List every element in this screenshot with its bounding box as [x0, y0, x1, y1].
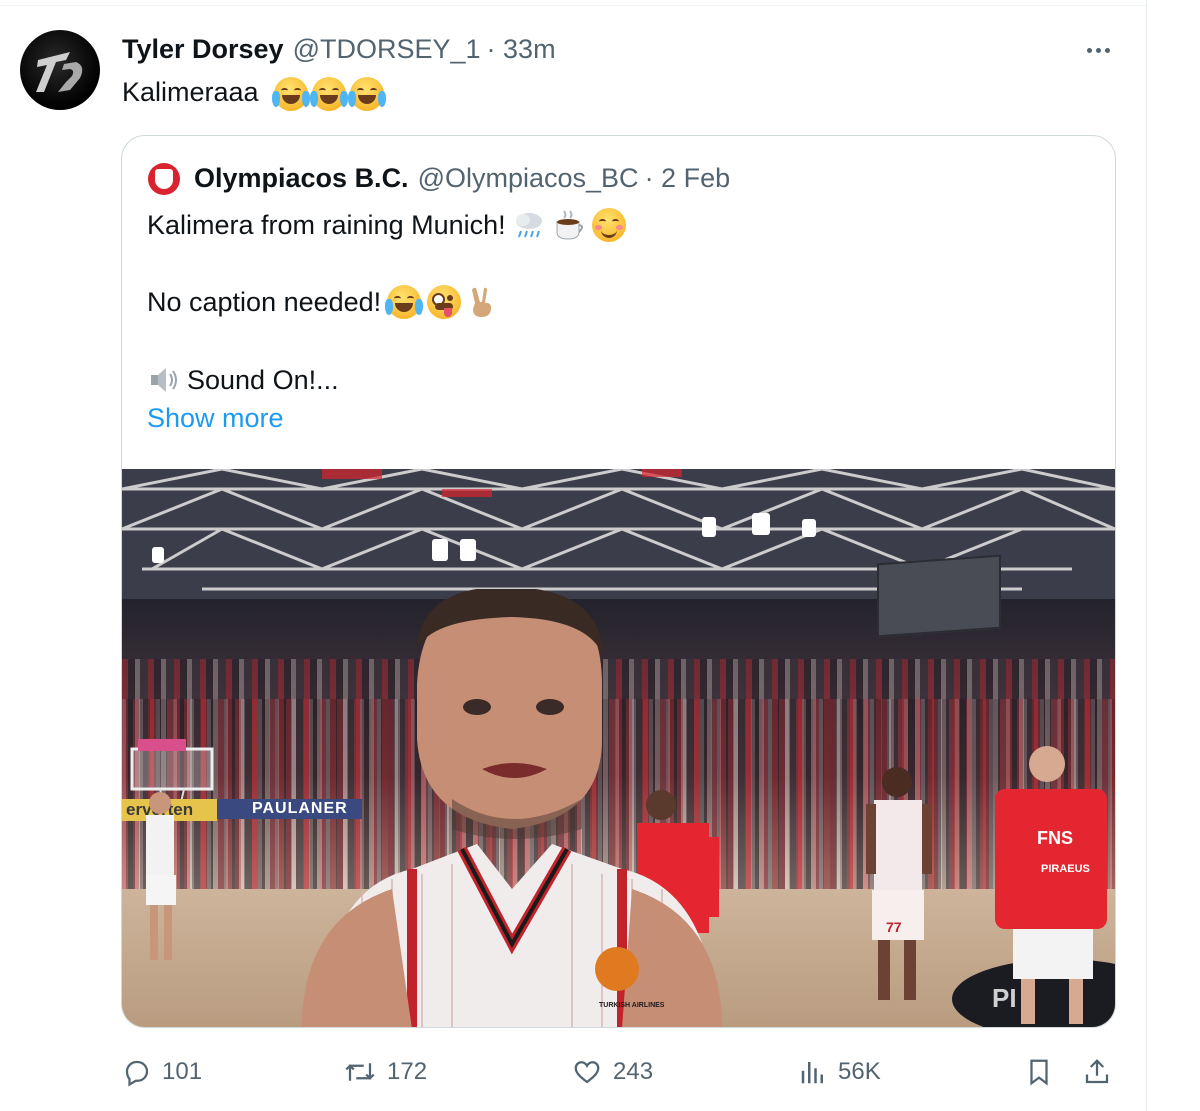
- main-player: TURKISH AIRLINES: [302, 589, 722, 1027]
- quoted-header: Olympiacos B.C. @Olympiacos_BC · 2 Feb: [194, 161, 730, 195]
- player-number-77: 77: [886, 919, 902, 935]
- repost-count: 172: [387, 1058, 428, 1085]
- reply-count: 101: [162, 1058, 203, 1085]
- smiling-face-icon: [591, 208, 626, 242]
- show-more-link[interactable]: Show more: [147, 401, 284, 435]
- author-avatar[interactable]: [20, 30, 100, 110]
- quoted-line-3-text: Sound On!...: [187, 365, 339, 395]
- face-with-tears-of-joy-icon: [272, 76, 311, 111]
- repost-icon: [345, 1063, 375, 1081]
- quoted-author-name[interactable]: Olympiacos B.C.: [194, 163, 409, 194]
- reply-action[interactable]: 101: [122, 1054, 202, 1090]
- reply-icon: [125, 1060, 149, 1087]
- face-with-tears-of-joy-icon: [310, 76, 349, 111]
- tweet-text: Kalimeraaa: [122, 75, 387, 111]
- share-icon: [1085, 1059, 1109, 1084]
- analytics-icon: [801, 1062, 823, 1084]
- quoted-line-2: No caption needed!: [147, 285, 497, 319]
- tweet-header: Tyler Dorsey @TDORSEY_1 · 33m: [122, 32, 556, 66]
- arena-scoreboard: [877, 554, 1001, 638]
- heart-icon: [574, 1061, 600, 1084]
- background-player-77: 77: [866, 767, 932, 1000]
- tweet-text-content: Kalimeraaa: [122, 77, 259, 107]
- face-with-tears-of-joy-icon: [385, 285, 424, 319]
- zany-face-icon: [427, 285, 462, 319]
- timeline-border: [1146, 0, 1147, 1111]
- quoted-line-1: Kalimera from raining Munich!: [147, 208, 626, 242]
- author-handle[interactable]: @TDORSEY_1: [293, 34, 481, 65]
- cloud-with-rain-icon: [515, 213, 542, 238]
- bookmark-action[interactable]: [1024, 1054, 1054, 1090]
- speaker-icon: [151, 368, 177, 392]
- author-name[interactable]: Tyler Dorsey: [122, 34, 284, 65]
- victory-hand-icon: [472, 287, 492, 317]
- hot-beverage-icon: [556, 210, 583, 240]
- background-player-left: [146, 792, 176, 960]
- bookmark-icon: [1030, 1059, 1048, 1086]
- olympiacos-logo-icon[interactable]: [148, 163, 180, 195]
- sponsor-fns-text: FNS: [1037, 828, 1073, 848]
- quoted-line-1-text: Kalimera from raining Munich!: [147, 210, 506, 240]
- video-media[interactable]: erverten PAULANER PI 77: [122, 469, 1115, 1027]
- face-with-tears-of-joy-icon: [348, 76, 387, 111]
- jersey-logo-text: TURKISH AIRLINES: [599, 1002, 665, 1009]
- tweet-emojis: [272, 76, 387, 111]
- tweet-time[interactable]: · 33m: [487, 34, 556, 65]
- team-word-text: PIRAEUS: [1041, 863, 1090, 875]
- quoted-tweet-card[interactable]: Olympiacos B.C. @Olympiacos_BC · 2 Feb K…: [121, 135, 1116, 1028]
- more-options-icon[interactable]: [1080, 36, 1116, 64]
- share-action[interactable]: [1081, 1054, 1113, 1090]
- views-count: 56K: [838, 1058, 881, 1085]
- quoted-line-3: Sound On!...: [147, 363, 339, 397]
- views-action[interactable]: 56K: [798, 1054, 881, 1090]
- top-divider: [0, 5, 1146, 6]
- repost-action[interactable]: 172: [343, 1054, 427, 1090]
- like-count: 243: [613, 1058, 654, 1085]
- like-action[interactable]: 243: [571, 1054, 653, 1090]
- quoted-date[interactable]: · 2 Feb: [645, 163, 731, 194]
- quoted-author-handle[interactable]: @Olympiacos_BC: [418, 163, 639, 194]
- background-player-fns: FNS PIRAEUS: [995, 746, 1107, 1024]
- quoted-line-2-text: No caption needed!: [147, 287, 382, 317]
- td-logo-icon: [36, 52, 83, 92]
